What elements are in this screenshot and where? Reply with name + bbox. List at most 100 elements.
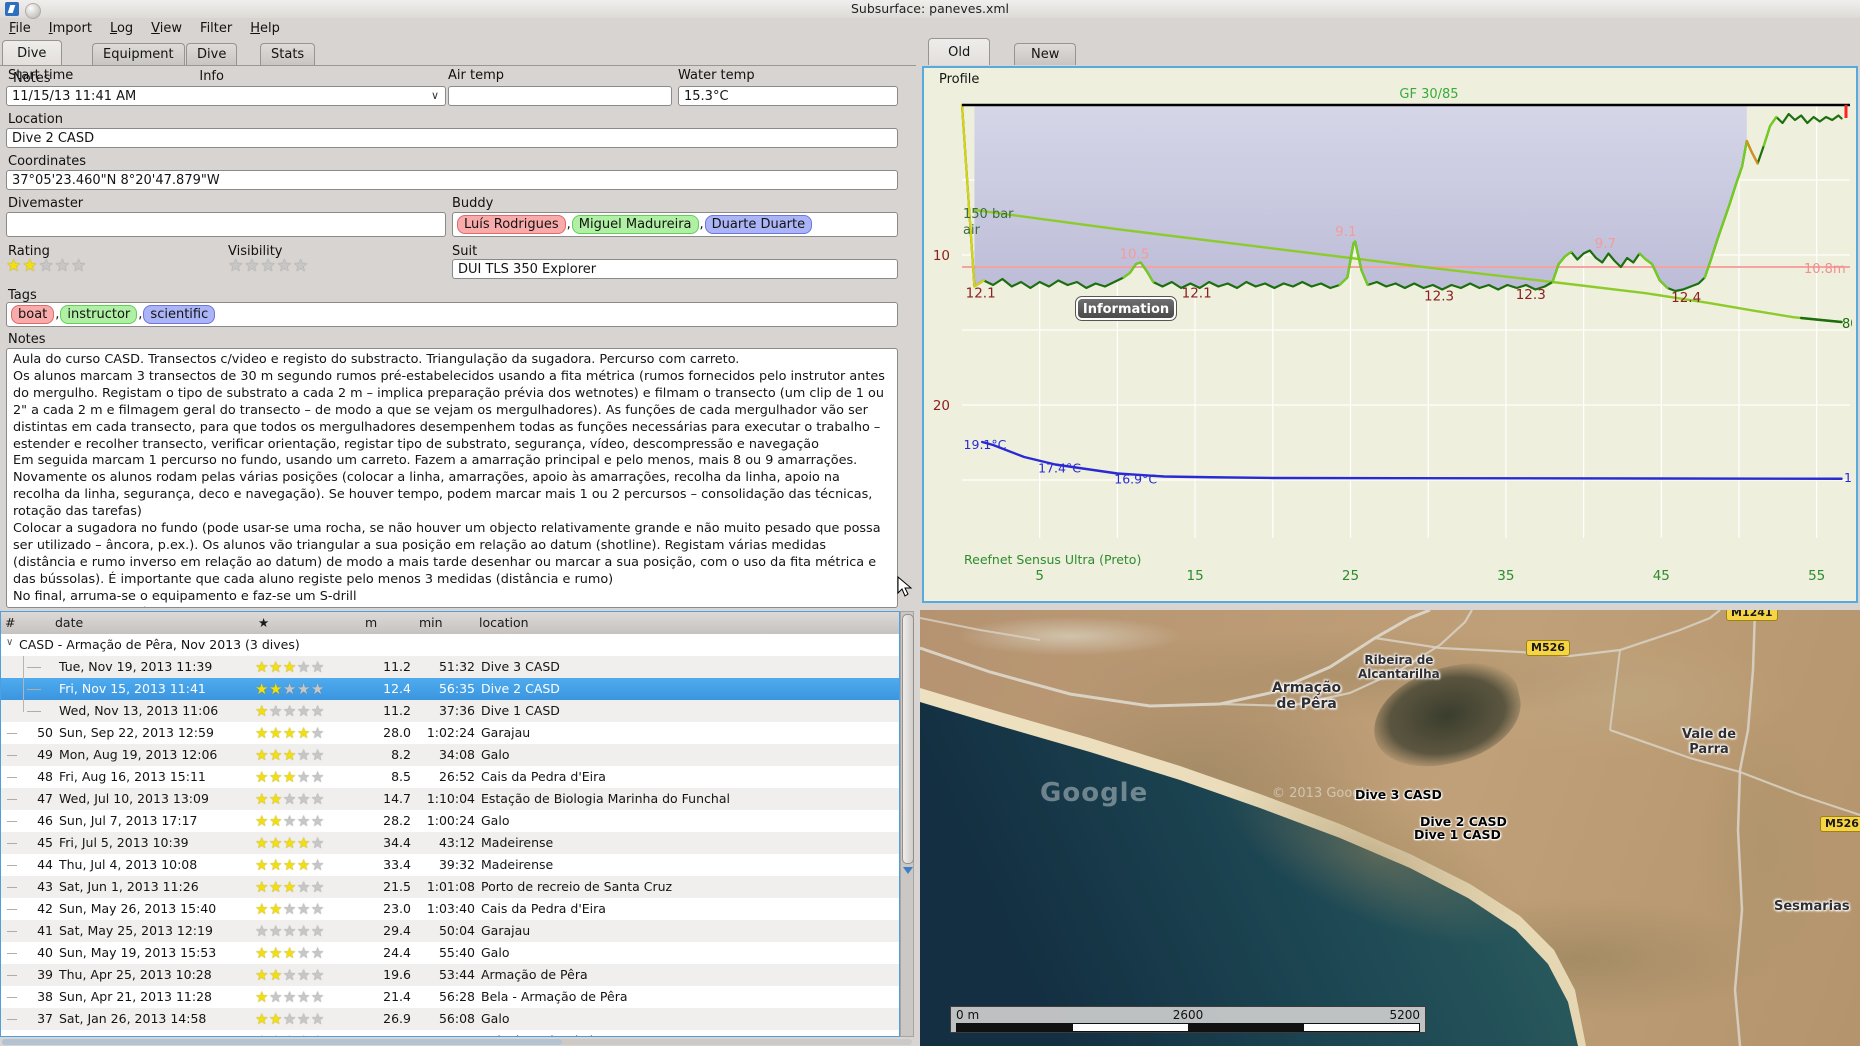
- column-header-1[interactable]: date: [55, 615, 83, 630]
- place-label: Ribeira de Alcantarilha: [1358, 653, 1440, 681]
- expander-icon[interactable]: ∨: [6, 637, 13, 648]
- place-label: Vale de Parra: [1682, 727, 1737, 757]
- dive-row[interactable]: 47 Wed, Jul 10, 2013 13:09 14.7 1:10:04 Esta…: [1, 788, 899, 810]
- scrollbar-thumb[interactable]: [2, 1039, 562, 1045]
- information-tooltip[interactable]: Information: [1075, 296, 1177, 321]
- dive-list-header[interactable]: # date ★ m min location: [1, 612, 899, 635]
- dive-list-vertical-scrollbar[interactable]: [900, 611, 914, 1037]
- notes-textarea[interactable]: Aula do curso CASD. Transectos c/video e…: [6, 348, 898, 608]
- rating-stars[interactable]: ★★★★★: [6, 256, 87, 276]
- coordinates-label: Coordinates: [8, 154, 87, 169]
- dive-row[interactable]: 38 Sun, Apr 21, 2013 11:28 21.4 56:28 Bela -…: [1, 986, 899, 1008]
- menu-filter[interactable]: Filter: [191, 18, 241, 39]
- tags-label: Tags: [8, 288, 37, 303]
- mouse-cursor: [897, 576, 913, 597]
- row-stars: ★★★★★: [255, 1032, 325, 1036]
- scroll-down-arrow-icon[interactable]: [903, 867, 913, 874]
- dive-row[interactable]: 36Sun, Jan 20, 2013 12:3321.758:36Cais d…: [1, 1030, 899, 1036]
- dive-row[interactable]: 44 Thu, Jul 4, 2013 10:08 33.4 39:32 Madeire…: [1, 854, 899, 876]
- tab-stats[interactable]: Stats: [260, 43, 316, 65]
- row-stars: ★★★★★: [255, 944, 325, 962]
- gas-label: air: [963, 223, 981, 238]
- chip-instructor[interactable]: instructor: [60, 305, 138, 324]
- row-stars: ★★★★★: [255, 702, 325, 720]
- menu-file[interactable]: File: [0, 18, 40, 39]
- buddy-input[interactable]: Luís Rodrigues, Miguel Madureira, Duarte D…: [452, 212, 898, 237]
- row-stars: ★★★★★: [255, 878, 325, 896]
- visibility-stars[interactable]: ★★★★★: [228, 256, 309, 276]
- dive-row[interactable]: Wed, Nov 13, 2013 11:06 11.2 37:36 Dive 1 C…: [1, 700, 899, 722]
- place-label: Sesmarias: [1774, 899, 1850, 914]
- coordinates-input[interactable]: 37°05'23.460"N 8°20'47.879"W: [6, 170, 898, 190]
- window-title: Subsurface: paneves.xml: [850, 1, 1009, 16]
- dive-row[interactable]: 41 Sat, May 25, 2013 12:19 29.4 50:04 Garaja…: [1, 920, 899, 942]
- dive-row[interactable]: 40 Sun, May 19, 2013 15:53 24.4 55:40 Galo ★★…: [1, 942, 899, 964]
- dive-site-label[interactable]: Dive 3 CASD: [1355, 787, 1442, 802]
- dive-row[interactable]: 46 Sun, Jul 7, 2013 17:17 28.2 1:00:24 Galo ★…: [1, 810, 899, 832]
- dive-row[interactable]: Fri, Nov 15, 2013 11:41 12.4 56:35 Dive 2 C…: [1, 678, 899, 700]
- dive-site-label[interactable]: Dive 1 CASD: [1414, 827, 1501, 842]
- end-pressure-label: 80: [1842, 317, 1852, 332]
- dive-row[interactable]: 43 Sat, Jun 1, 2013 11:26 21.5 1:01:08 Porto…: [1, 876, 899, 898]
- dive-site-map[interactable]: Google © 2013 Google Armação de Pêra Ribe…: [920, 610, 1860, 1046]
- chip-duarte-duarte[interactable]: Duarte Duarte: [704, 215, 813, 234]
- dive-profile-panel: GF 30/85 10 20 5 15 25 35 45 55 Reefnet Sensus Ul…: [922, 66, 1860, 603]
- air-temp-input[interactable]: [448, 86, 672, 106]
- column-header-4[interactable]: min: [419, 615, 443, 630]
- dive-list-horizontal-scrollbar[interactable]: [2, 1039, 912, 1045]
- chip-luís-rodrigues[interactable]: Luís Rodrigues: [457, 215, 566, 234]
- row-stars: ★★★★★: [255, 1010, 325, 1028]
- column-header-2[interactable]: ★: [258, 615, 269, 630]
- row-stars: ★★★★★: [255, 724, 325, 742]
- chip-boat[interactable]: boat: [11, 305, 55, 324]
- temp-annotation: 17.4°C: [1038, 460, 1081, 475]
- window-titlebar[interactable]: Subsurface: paneves.xml: [0, 0, 1860, 18]
- dive-row[interactable]: 50 Sun, Sep 22, 2013 12:59 28.0 1:02:24 Gara…: [1, 722, 899, 744]
- time-tick: 45: [1653, 568, 1670, 584]
- dive-row[interactable]: 49 Mon, Aug 19, 2013 12:06 8.2 34:08 Galo ★★★…: [1, 744, 899, 766]
- water-temp-input[interactable]: 15.3°C: [678, 86, 898, 106]
- row-stars: ★★★★★: [255, 746, 325, 764]
- tab-old-profile[interactable]: Old Profile: [928, 38, 991, 87]
- temp-annotation: 19.1°C: [964, 437, 1007, 452]
- map-watermark: Google: [1040, 778, 1149, 808]
- suit-input[interactable]: DUI TLS 350 Explorer: [452, 259, 898, 279]
- depth-annotation: 12.3: [1424, 289, 1454, 305]
- column-header-3[interactable]: m: [365, 615, 377, 630]
- menu-log[interactable]: Log: [101, 18, 142, 39]
- row-stars: ★★★★★: [255, 790, 325, 808]
- divemaster-input[interactable]: [6, 212, 446, 237]
- dive-trip-row[interactable]: ∨ CASD - Armação de Pêra, Nov 2013 (3 div…: [1, 634, 899, 656]
- start-time-combo[interactable]: 11/15/13 11:41 AM ∨: [6, 86, 446, 106]
- tags-input[interactable]: boat, instructor, scientific: [6, 302, 898, 327]
- column-header-0[interactable]: #: [5, 615, 15, 630]
- menu-help[interactable]: Help: [241, 18, 289, 39]
- tab-dive-notes[interactable]: Dive Notes: [2, 40, 62, 86]
- row-stars: ★★★★★: [255, 768, 325, 786]
- chip-miguel-madureira[interactable]: Miguel Madureira: [571, 215, 699, 234]
- dive-row[interactable]: 39 Thu, Apr 25, 2013 10:28 19.6 53:44 Armaçã…: [1, 964, 899, 986]
- tab-dive-info[interactable]: Dive Info: [186, 43, 238, 84]
- dive-row[interactable]: Tue, Nov 19, 2013 11:39 11.2 51:32 Dive 3 C…: [1, 656, 899, 678]
- dive-row[interactable]: 48 Fri, Aug 16, 2013 15:11 8.5 26:52 Cais da…: [1, 766, 899, 788]
- dive-row[interactable]: 37 Sat, Jan 26, 2013 14:58 26.9 56:08 Galo ★★…: [1, 1008, 899, 1030]
- notes-label: Notes: [8, 332, 46, 347]
- tab-equipment[interactable]: Equipment: [92, 43, 185, 65]
- time-tick: 25: [1342, 568, 1359, 584]
- chevron-down-icon[interactable]: ∨: [431, 89, 439, 102]
- map-scale-bar: 0 m 2600 5200: [950, 1006, 1426, 1033]
- location-input[interactable]: Dive 2 CASD: [6, 128, 898, 148]
- dive-list: # date ★ m min location ∨ CASD - Armação de Pê…: [0, 611, 900, 1037]
- row-stars: ★★★★★: [255, 812, 325, 830]
- row-stars: ★★★★★: [255, 834, 325, 852]
- menu-view[interactable]: View: [142, 18, 191, 39]
- buddy-label: Buddy: [452, 196, 494, 211]
- time-tick: 55: [1808, 568, 1825, 584]
- chip-scientific[interactable]: scientific: [143, 305, 216, 324]
- column-header-5[interactable]: location: [479, 615, 529, 630]
- dive-row[interactable]: 42 Sun, May 26, 2013 15:40 23.0 1:03:40 Cais…: [1, 898, 899, 920]
- menu-import[interactable]: Import: [40, 18, 101, 39]
- dive-row[interactable]: 45 Fri, Jul 5, 2013 10:39 34.4 43:12 Madeire…: [1, 832, 899, 854]
- tab-new-profile[interactable]: New Profile: [1014, 43, 1077, 84]
- scrollbar-thumb[interactable]: [902, 614, 914, 864]
